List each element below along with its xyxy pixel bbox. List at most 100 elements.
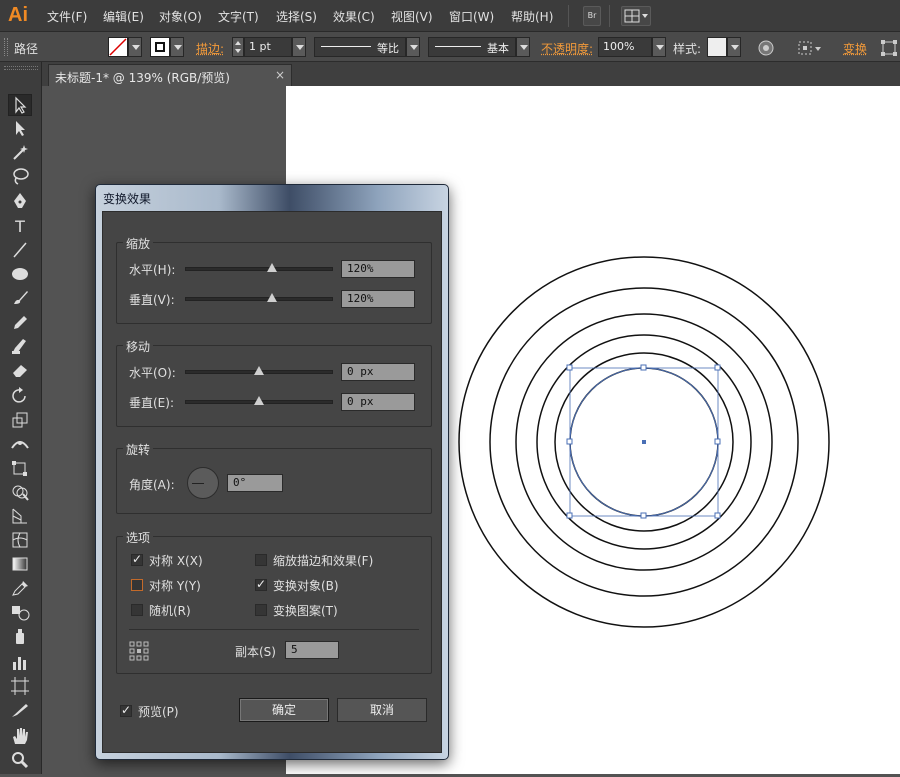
transform-objects-label[interactable]: 变换对象(B) [273, 577, 339, 594]
menu-edit[interactable]: 编辑(E) [103, 8, 144, 25]
isolate-button[interactable] [880, 39, 898, 57]
lasso-tool[interactable] [8, 166, 32, 188]
move-horizontal-thumb[interactable] [254, 366, 264, 375]
pencil-tool[interactable] [8, 312, 32, 334]
direct-selection-tool[interactable] [8, 118, 32, 140]
reflect-y-checkbox[interactable] [131, 579, 143, 591]
menu-type[interactable]: 文字(T) [218, 8, 259, 25]
brush-definition[interactable]: 基本 [428, 37, 516, 57]
hand-tool[interactable] [8, 726, 32, 748]
scale-vertical-slider[interactable] [185, 297, 333, 301]
opacity-field[interactable]: 100% [598, 37, 652, 57]
stroke-dropdown[interactable] [170, 37, 184, 57]
move-vertical-thumb[interactable] [254, 396, 264, 405]
angle-dial[interactable] [187, 467, 219, 499]
pen-tool[interactable] [8, 191, 32, 213]
menu-window[interactable]: 窗口(W) [449, 8, 494, 25]
slice-tool[interactable] [8, 700, 32, 722]
menu-view[interactable]: 视图(V) [391, 8, 433, 25]
document-tab[interactable]: 未标题-1* @ 139% (RGB/预览) × [48, 64, 292, 86]
eraser-tool[interactable] [8, 360, 32, 382]
scale-horizontal-slider[interactable] [185, 267, 333, 271]
perspective-grid-tool[interactable] [8, 506, 32, 528]
scale-vertical-thumb[interactable] [267, 293, 277, 302]
scale-strokes-label[interactable]: 缩放描边和效果(F) [273, 552, 373, 569]
gradient-tool[interactable] [8, 554, 32, 576]
scale-tool[interactable] [8, 410, 32, 432]
handle-bottom-right[interactable] [715, 513, 720, 518]
variable-width-profile[interactable]: 等比 [314, 37, 406, 57]
align-button[interactable] [797, 39, 823, 57]
line-segment-tool[interactable] [8, 240, 32, 262]
handle-top[interactable] [641, 365, 646, 370]
move-vertical-input[interactable]: 0 px [341, 393, 415, 411]
transform-objects-checkbox[interactable] [255, 579, 267, 591]
menu-effect[interactable]: 效果(C) [333, 8, 375, 25]
ok-button[interactable]: 确定 [239, 698, 329, 722]
paintbrush-tool[interactable] [8, 288, 32, 310]
eyedropper-tool[interactable] [8, 578, 32, 600]
reflect-y-label[interactable]: 对称 Y(Y) [149, 577, 201, 594]
handle-left[interactable] [567, 439, 572, 444]
menu-file[interactable]: 文件(F) [47, 8, 87, 25]
selection-tool[interactable] [8, 94, 32, 116]
ellipse-tool[interactable] [8, 264, 32, 286]
type-tool[interactable]: T [8, 216, 32, 238]
handle-top-left[interactable] [567, 365, 572, 370]
stroke-weight-stepper[interactable] [232, 37, 244, 57]
menu-help[interactable]: 帮助(H) [511, 8, 553, 25]
zoom-tool[interactable] [8, 750, 32, 772]
stroke-weight-field[interactable]: 1 pt [244, 37, 292, 57]
preview-checkbox[interactable] [120, 705, 132, 717]
stroke-label[interactable]: 描边: [196, 40, 224, 57]
random-checkbox[interactable] [131, 604, 143, 616]
magic-wand-tool[interactable] [8, 142, 32, 164]
stroke-weight-dropdown[interactable] [292, 37, 306, 57]
scale-strokes-checkbox[interactable] [255, 554, 267, 566]
artboard-tool[interactable] [8, 676, 32, 698]
handle-right[interactable] [715, 439, 720, 444]
mesh-tool[interactable] [8, 530, 32, 552]
graphic-style-swatch[interactable] [707, 37, 727, 57]
menu-select[interactable]: 选择(S) [276, 8, 317, 25]
free-transform-tool[interactable] [8, 458, 32, 480]
handle-bottom-left[interactable] [567, 513, 572, 518]
opacity-label[interactable]: 不透明度: [541, 40, 593, 57]
transform-patterns-label[interactable]: 变换图案(T) [273, 602, 338, 619]
scale-vertical-input[interactable]: 120% [341, 290, 415, 308]
move-horizontal-input[interactable]: 0 px [341, 363, 415, 381]
scale-horizontal-input[interactable]: 120% [341, 260, 415, 278]
fill-dropdown[interactable] [128, 37, 142, 57]
bridge-button[interactable]: Br [583, 6, 601, 26]
transform-link[interactable]: 变换 [843, 40, 867, 57]
rotate-angle-input[interactable]: 0° [227, 474, 283, 492]
close-icon[interactable]: × [275, 68, 285, 82]
random-label[interactable]: 随机(R) [149, 602, 191, 619]
scale-horizontal-thumb[interactable] [267, 263, 277, 272]
blob-brush-tool[interactable] [8, 336, 32, 358]
symbol-sprayer-tool[interactable] [8, 626, 32, 648]
shape-builder-tool[interactable] [8, 482, 32, 504]
opacity-dropdown[interactable] [652, 37, 666, 57]
handle-top-right[interactable] [715, 365, 720, 370]
rotate-tool[interactable] [8, 386, 32, 408]
handle-bottom[interactable] [641, 513, 646, 518]
menu-object[interactable]: 对象(O) [159, 8, 202, 25]
reference-point-icon[interactable] [129, 641, 151, 663]
cancel-button[interactable]: 取消 [337, 698, 427, 722]
blend-tool[interactable] [8, 602, 32, 624]
brush-dropdown[interactable] [516, 37, 530, 57]
transform-patterns-checkbox[interactable] [255, 604, 267, 616]
dialog-title[interactable]: 变换效果 [103, 190, 151, 207]
style-dropdown[interactable] [727, 37, 741, 57]
profile-dropdown[interactable] [406, 37, 420, 57]
reflect-x-label[interactable]: 对称 X(X) [149, 552, 203, 569]
stroke-swatch[interactable] [150, 37, 170, 57]
grip-handle[interactable] [4, 38, 8, 56]
recolor-button[interactable] [757, 39, 775, 57]
workspace-layout-button[interactable] [621, 6, 651, 26]
reflect-x-checkbox[interactable] [131, 554, 143, 566]
fill-swatch[interactable] [108, 37, 128, 57]
column-graph-tool[interactable] [8, 652, 32, 674]
copies-input[interactable]: 5 [285, 641, 339, 659]
